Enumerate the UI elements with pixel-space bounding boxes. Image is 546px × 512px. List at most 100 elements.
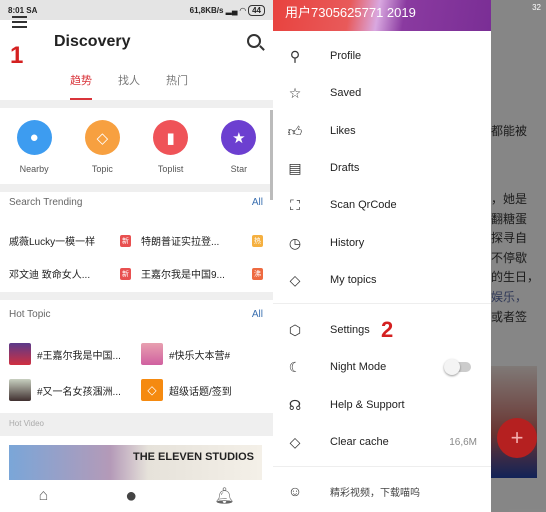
drawer-item-night-mode[interactable]: ☾ Night Mode (273, 352, 491, 382)
draft-icon: ▤ (288, 159, 302, 176)
trending-item[interactable]: 戚薇Lucky一模一样 新 (9, 233, 131, 248)
hamburger-menu-icon[interactable] (12, 16, 27, 31)
side-drawer: 用户7305625771 2019 32 ⚲ Profile ☆ Saved 👍︎ Li… (273, 0, 541, 512)
item-label: My topics (330, 274, 377, 286)
shortcut-toplist[interactable]: ▮ Toplist (141, 120, 201, 174)
scan-icon: ⛶ (290, 196, 300, 213)
topic-text: 超级话题/签到 (169, 386, 232, 398)
clock-icon: ◷ (288, 234, 302, 251)
divider (0, 292, 273, 300)
item-label: 精彩视频，下载喵呜 (330, 487, 420, 499)
drawer-item-download-app[interactable]: ☺ 精彩视频，下载喵呜 (273, 476, 491, 506)
item-label: Settings (330, 324, 370, 336)
topic-item[interactable]: #快乐大本营# (141, 343, 263, 365)
drawer-item-my-topics[interactable]: ◇ My topics (273, 265, 491, 295)
tab-find-people[interactable]: 找人 (118, 72, 140, 100)
video-thumb-text: THE ELEVEN STUDIOS (132, 451, 254, 463)
drawer-item-drafts[interactable]: ▤ Drafts (273, 153, 491, 183)
topic-thumbnail (141, 343, 163, 365)
drawer-item-scan-qrcode[interactable]: ⛶ Scan QrCode (273, 190, 491, 220)
drawer-item-saved[interactable]: ☆ Saved (273, 78, 491, 108)
shortcut-topic[interactable]: ◇ Topic (72, 120, 132, 174)
night-mode-toggle[interactable] (444, 359, 471, 375)
shortcut-label: Star (230, 164, 248, 174)
shortcut-nearby[interactable]: ● Nearby (4, 120, 64, 174)
cache-size: 16,6M (449, 436, 477, 448)
thumbs-up-icon: 👍︎ (287, 122, 303, 139)
divider (0, 184, 273, 192)
home-icon[interactable]: ⌂ (38, 487, 48, 505)
user-icon: ⚲ (289, 47, 301, 64)
tab-bar: 趋势 找人 热门 (70, 72, 188, 100)
diamond-icon: ◇ (141, 379, 163, 401)
topic-text: #快乐大本营# (169, 350, 231, 362)
new-badge: 新 (120, 234, 131, 247)
trending-text: 戚薇Lucky一模一样 (9, 237, 96, 248)
step-marker-2: 2 (381, 317, 394, 342)
diamond-icon: ◇ (84, 120, 120, 155)
trending-text: 特朗普证实拉登... (141, 237, 220, 248)
bell-icon[interactable]: 🔔︎ (214, 486, 234, 506)
drawer-item-clear-cache[interactable]: ◇ Clear cache 16,6M (273, 427, 491, 457)
planet-icon[interactable]: ● (125, 485, 137, 508)
shortcut-star[interactable]: ★ Star (209, 120, 269, 174)
headset-icon: ☊ (288, 396, 302, 413)
tab-trending[interactable]: 趋势 (70, 72, 92, 100)
drawer-item-likes[interactable]: 👍︎ Likes (273, 116, 491, 146)
section-title: Search Trending (9, 197, 83, 208)
diamond-icon: ◇ (289, 271, 301, 288)
hot-badge: 热 (252, 234, 263, 247)
boiling-badge: 沸 (252, 267, 263, 280)
battery: 44 (248, 4, 265, 16)
eraser-icon: ◇ (289, 433, 301, 450)
hot-topic-all-link[interactable]: All (252, 309, 263, 320)
topic-text: #又一名女孩涠洲... (37, 386, 121, 398)
topic-item[interactable]: #王嘉尔我是中国... (9, 343, 131, 365)
drawer-item-profile[interactable]: ⚲ Profile (273, 41, 491, 71)
item-label: Help & Support (330, 399, 405, 411)
item-label: Likes (330, 125, 356, 137)
topic-item[interactable]: #又一名女孩涠洲... (9, 379, 131, 401)
item-label: Scan QrCode (330, 199, 397, 211)
topic-thumbnail (9, 379, 31, 401)
search-trending-all-link[interactable]: All (252, 197, 263, 208)
shortcut-label: Toplist (157, 164, 184, 174)
step-marker-1: 1 (10, 42, 24, 69)
discovery-screen: 8:01 SA 61,8KB/s ▂▄ ◠ 44 1 Discovery 趋势 … (0, 0, 273, 512)
trending-item[interactable]: 特朗普证实拉登... 热 (141, 233, 263, 248)
trending-list: 戚薇Lucky一模一样新 特朗普证实拉登... 热 邓文迪 致命女人... 新 王嘉… (9, 233, 263, 281)
trending-item[interactable]: 邓文迪 致命女人... 新 (9, 266, 131, 281)
status-bar: 8:01 SA 61,8KB/s ▂▄ ◠ 44 (0, 0, 273, 20)
new-badge: 新 (120, 267, 131, 280)
topic-item[interactable]: ◇ 超级话题/签到 (141, 379, 263, 401)
star-icon: ★ (221, 120, 257, 155)
network-speed: 61,8KB/s (189, 5, 224, 15)
battery: 32 (532, 3, 541, 12)
search-icon[interactable] (247, 34, 261, 48)
topic-thumbnail (9, 343, 31, 365)
item-label: Saved (330, 87, 362, 99)
hot-topic-header: Hot Topic All (9, 309, 263, 320)
drawer-item-history[interactable]: ◷ History (273, 228, 491, 258)
section-title: Hot Topic (9, 309, 51, 320)
shortcut-label: Topic (91, 164, 113, 174)
shortcut-row: ● Nearby ◇ Topic ▮ Toplist ★ Star (0, 120, 273, 174)
divider (0, 100, 273, 108)
drawer-item-settings[interactable]: ⬡ Settings 2 (273, 315, 491, 345)
tab-hot[interactable]: 热门 (166, 72, 188, 100)
add-fab: + (497, 418, 537, 458)
divider (273, 466, 491, 467)
bar-chart-icon: ▮ (153, 120, 189, 155)
hot-video-thumbnail[interactable]: THE ELEVEN STUDIOS (9, 445, 262, 480)
topic-text: #王嘉尔我是中国... (37, 350, 121, 362)
item-label: Drafts (330, 162, 360, 174)
page-title: Discovery (54, 33, 131, 50)
status-right: 61,8KB/s ▂▄ ◠ 44 (189, 4, 265, 16)
item-label: Profile (330, 50, 362, 62)
status-time: 8:01 SA (8, 5, 38, 15)
drawer-header[interactable]: 用户7305625771 2019 32 (273, 0, 541, 31)
drawer-item-help-support[interactable]: ☊ Help & Support (273, 390, 491, 420)
trending-item[interactable]: 王嘉尔我是中国9... 沸 (141, 266, 263, 281)
username: 用户7305625771 2019 (285, 5, 416, 20)
star-icon: ☆ (288, 84, 302, 101)
